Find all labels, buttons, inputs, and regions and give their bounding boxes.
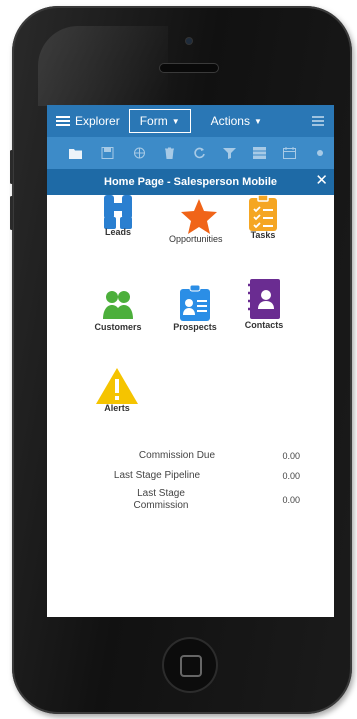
save-icon[interactable] [101,147,114,159]
tile-customers[interactable]: Customers [90,291,146,332]
top-nav-bar: Explorer Form ▼ Actions ▼ [47,105,334,137]
commission-due-value: 0.00 [282,451,300,461]
tile-prospects[interactable]: Prospects [169,285,221,332]
last-stage-commission-line2: Commission [133,500,189,511]
home-button[interactable] [164,639,216,691]
explorer-button[interactable]: Explorer [47,105,120,137]
phone-sheen [38,26,168,106]
tile-label: Tasks [250,230,276,240]
camera [186,38,192,44]
volume-button [10,150,13,184]
contact-book-icon [248,279,280,319]
tile-label: Prospects [173,322,217,332]
toolbar [47,137,334,169]
caret-down-icon: ▼ [253,116,262,126]
last-stage-commission-line1: Last Stage [137,488,185,499]
folder-icon[interactable] [69,147,82,159]
form-menu-button[interactable]: Form ▼ [128,109,191,133]
actions-menu-button[interactable]: Actions ▼ [211,114,262,128]
explorer-label: Explorer [75,114,120,128]
globe-icon[interactable] [133,147,146,159]
more-icon[interactable] [317,147,330,159]
grid-icon[interactable] [253,147,266,159]
checklist-icon [249,195,277,231]
commission-due-label: Commission Due [138,450,216,461]
volume-button [10,196,13,230]
last-stage-pipeline-value: 0.00 [282,471,300,481]
tile-tasks[interactable]: Tasks [243,195,283,240]
binoculars-icon [104,195,132,229]
app-screen: Explorer Form ▼ Actions ▼ Home Page - Sa… [47,105,334,617]
tile-alerts[interactable]: Alerts [95,368,139,413]
tile-contacts[interactable]: Contacts [240,279,288,330]
tile-leads[interactable]: Leads [97,195,139,237]
last-stage-pipeline-label: Last Stage Pipeline [113,470,201,481]
tile-label: Leads [104,227,131,237]
caret-down-icon: ▼ [171,116,180,126]
warning-icon [96,368,138,404]
actions-label: Actions [210,114,250,128]
tile-label: Customers [94,322,142,332]
form-label: Form [139,114,168,128]
page-title-bar: Home Page - Salesperson Mobile ✕ [47,169,334,195]
hamburger-icon [56,116,70,126]
home-square-icon [180,655,202,677]
tile-label: Contacts [244,320,284,330]
page-title: Home Page - Salesperson Mobile [104,176,277,188]
tile-label: Opportunities [169,234,223,244]
tile-label: Alerts [104,403,130,413]
speaker [160,64,218,72]
refresh-icon[interactable] [193,147,206,159]
filter-icon[interactable] [223,147,236,159]
id-card-icon [180,285,210,321]
menu-icon[interactable] [312,116,324,126]
trash-icon[interactable] [163,147,176,159]
people-icon [103,291,133,319]
star-icon [181,199,217,234]
tile-opportunities[interactable]: Opportunities [169,199,229,244]
last-stage-commission-value: 0.00 [282,495,300,505]
calendar-icon[interactable] [283,147,296,159]
close-icon[interactable]: ✕ [315,173,328,188]
last-stage-commission-label: Last Stage Commission [87,488,235,512]
